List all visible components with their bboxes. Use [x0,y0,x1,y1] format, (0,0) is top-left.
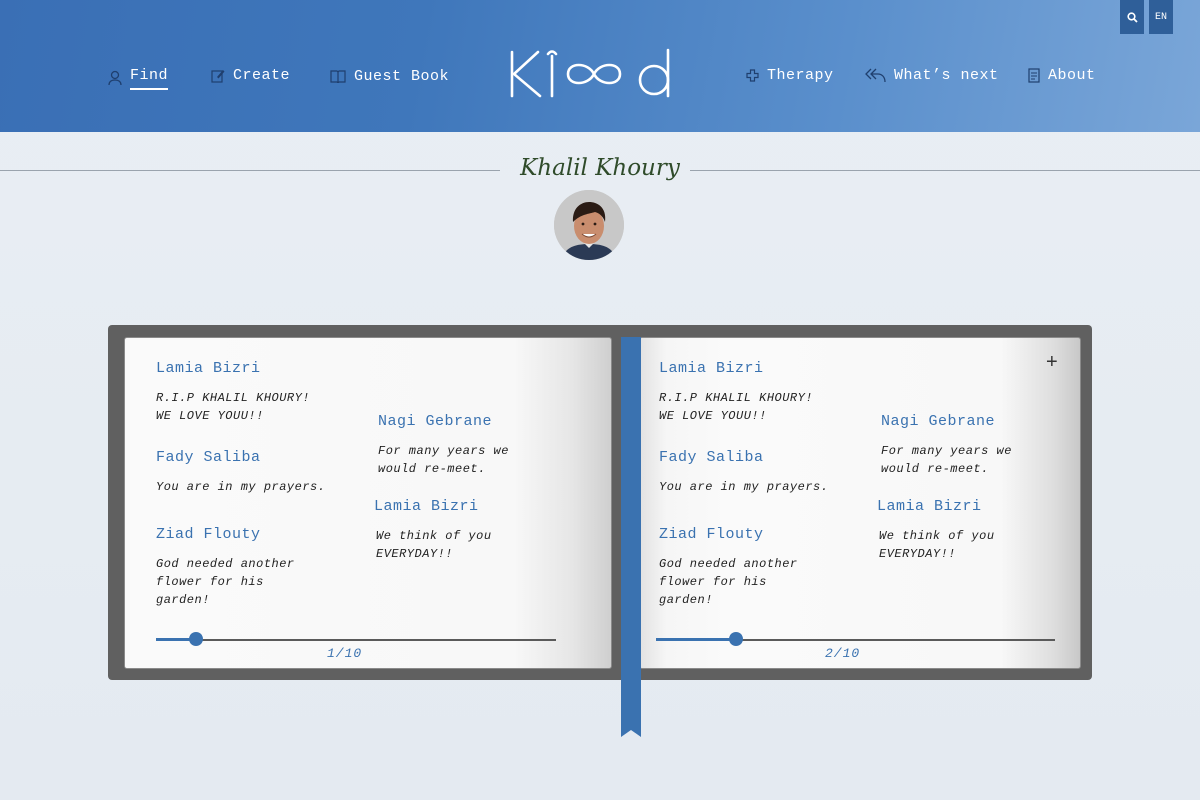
entry-author: Nagi Gebrane [881,413,996,430]
list-item: Lamia Bizri We think of you EVERYDAY!! [374,498,492,563]
entry-message: God needed another flower for his garden… [659,557,798,607]
nav-therapy[interactable]: Therapy [746,61,834,89]
page-number: 1/10 [327,646,363,661]
avatar [554,190,624,260]
entry-message: We think of you EVERYDAY!! [879,529,995,561]
site-header: Find Create Guest Book Therapy What’s ne… [0,0,1200,132]
nav-create[interactable]: Create [211,61,290,89]
entry-message: You are in my prayers. [659,480,829,494]
list-item: Fady Saliba You are in my prayers. [659,449,828,496]
nav-whats-next-label: What’s next [894,66,999,84]
nav-guest-book[interactable]: Guest Book [330,62,449,90]
bookmark-ribbon [621,337,641,737]
user-icon [108,70,122,86]
entry-author: Nagi Gebrane [378,413,493,430]
entry-message: For many years we would re-meet. [378,444,509,476]
entry-message: We think of you EVERYDAY!! [376,529,492,561]
entry-message: R.I.P KHALIL KHOURY! WE LOVE YOUU!! [156,391,311,423]
person-name: Khalil Khoury [520,155,680,181]
cross-icon [746,68,759,82]
search-icon [1126,11,1138,23]
entry-author: Lamia Bizri [659,360,764,377]
nav-about-label: About [1048,66,1096,84]
nav-about[interactable]: About [1028,61,1096,89]
document-icon [1028,67,1040,83]
entry-author: Ziad Flouty [659,526,764,543]
list-item: Ziad Flouty God needed another flower fo… [156,526,295,609]
language-label: EN [1154,11,1167,23]
guest-book: Lamia Bizri R.I.P KHALIL KHOURY! WE LOVE… [108,325,1092,680]
khlood-logo[interactable] [508,46,676,100]
list-item: Fady Saliba You are in my prayers. [156,449,325,496]
entry-author: Lamia Bizri [156,360,261,377]
entry-author: Fady Saliba [659,449,764,466]
nav-whats-next[interactable]: What’s next [864,61,999,89]
plus-icon: + [1046,351,1058,373]
book-page-left: Lamia Bizri R.I.P KHALIL KHOURY! WE LOVE… [124,337,612,669]
entry-author: Lamia Bizri [877,498,982,515]
page-slider-track[interactable] [156,639,556,641]
list-item: Lamia Bizri We think of you EVERYDAY!! [877,498,995,563]
nav-find[interactable]: Find [108,64,169,92]
nav-guest-book-label: Guest Book [354,67,450,85]
list-item: Nagi Gebrane For many years we would re-… [881,413,1012,478]
entry-author: Fady Saliba [156,449,261,466]
list-item: Nagi Gebrane For many years we would re-… [378,413,509,478]
edit-icon [211,69,225,83]
list-item: Lamia Bizri R.I.P KHALIL KHOURY! WE LOVE… [156,360,310,425]
search-button[interactable] [1120,0,1144,34]
nav-therapy-label: Therapy [767,66,834,84]
nav-find-label: Find [130,67,169,90]
reply-all-icon [865,68,886,83]
page-number: 2/10 [825,646,861,661]
entry-message: R.I.P KHALIL KHOURY! WE LOVE YOUU!! [659,391,814,423]
language-button[interactable]: EN [1149,0,1173,34]
entry-author: Ziad Flouty [156,526,261,543]
page-slider-knob[interactable] [189,632,203,646]
page-slider-knob[interactable] [728,632,743,646]
add-entry-button[interactable]: + [1046,351,1058,374]
book-page-right: + Lamia Bizri R.I.P KHALIL KHOURY! WE LO… [639,337,1081,669]
entry-message: For many years we would re-meet. [881,444,1012,476]
list-item: Lamia Bizri R.I.P KHALIL KHOURY! WE LOVE… [659,360,813,425]
list-item: Ziad Flouty God needed another flower fo… [659,526,798,609]
book-icon [330,70,346,83]
entry-message: God needed another flower for his garden… [156,557,295,607]
entry-author: Lamia Bizri [374,498,479,515]
page-slider-fill [656,638,736,641]
nav-create-label: Create [233,66,291,84]
entry-message: You are in my prayers. [156,480,326,494]
